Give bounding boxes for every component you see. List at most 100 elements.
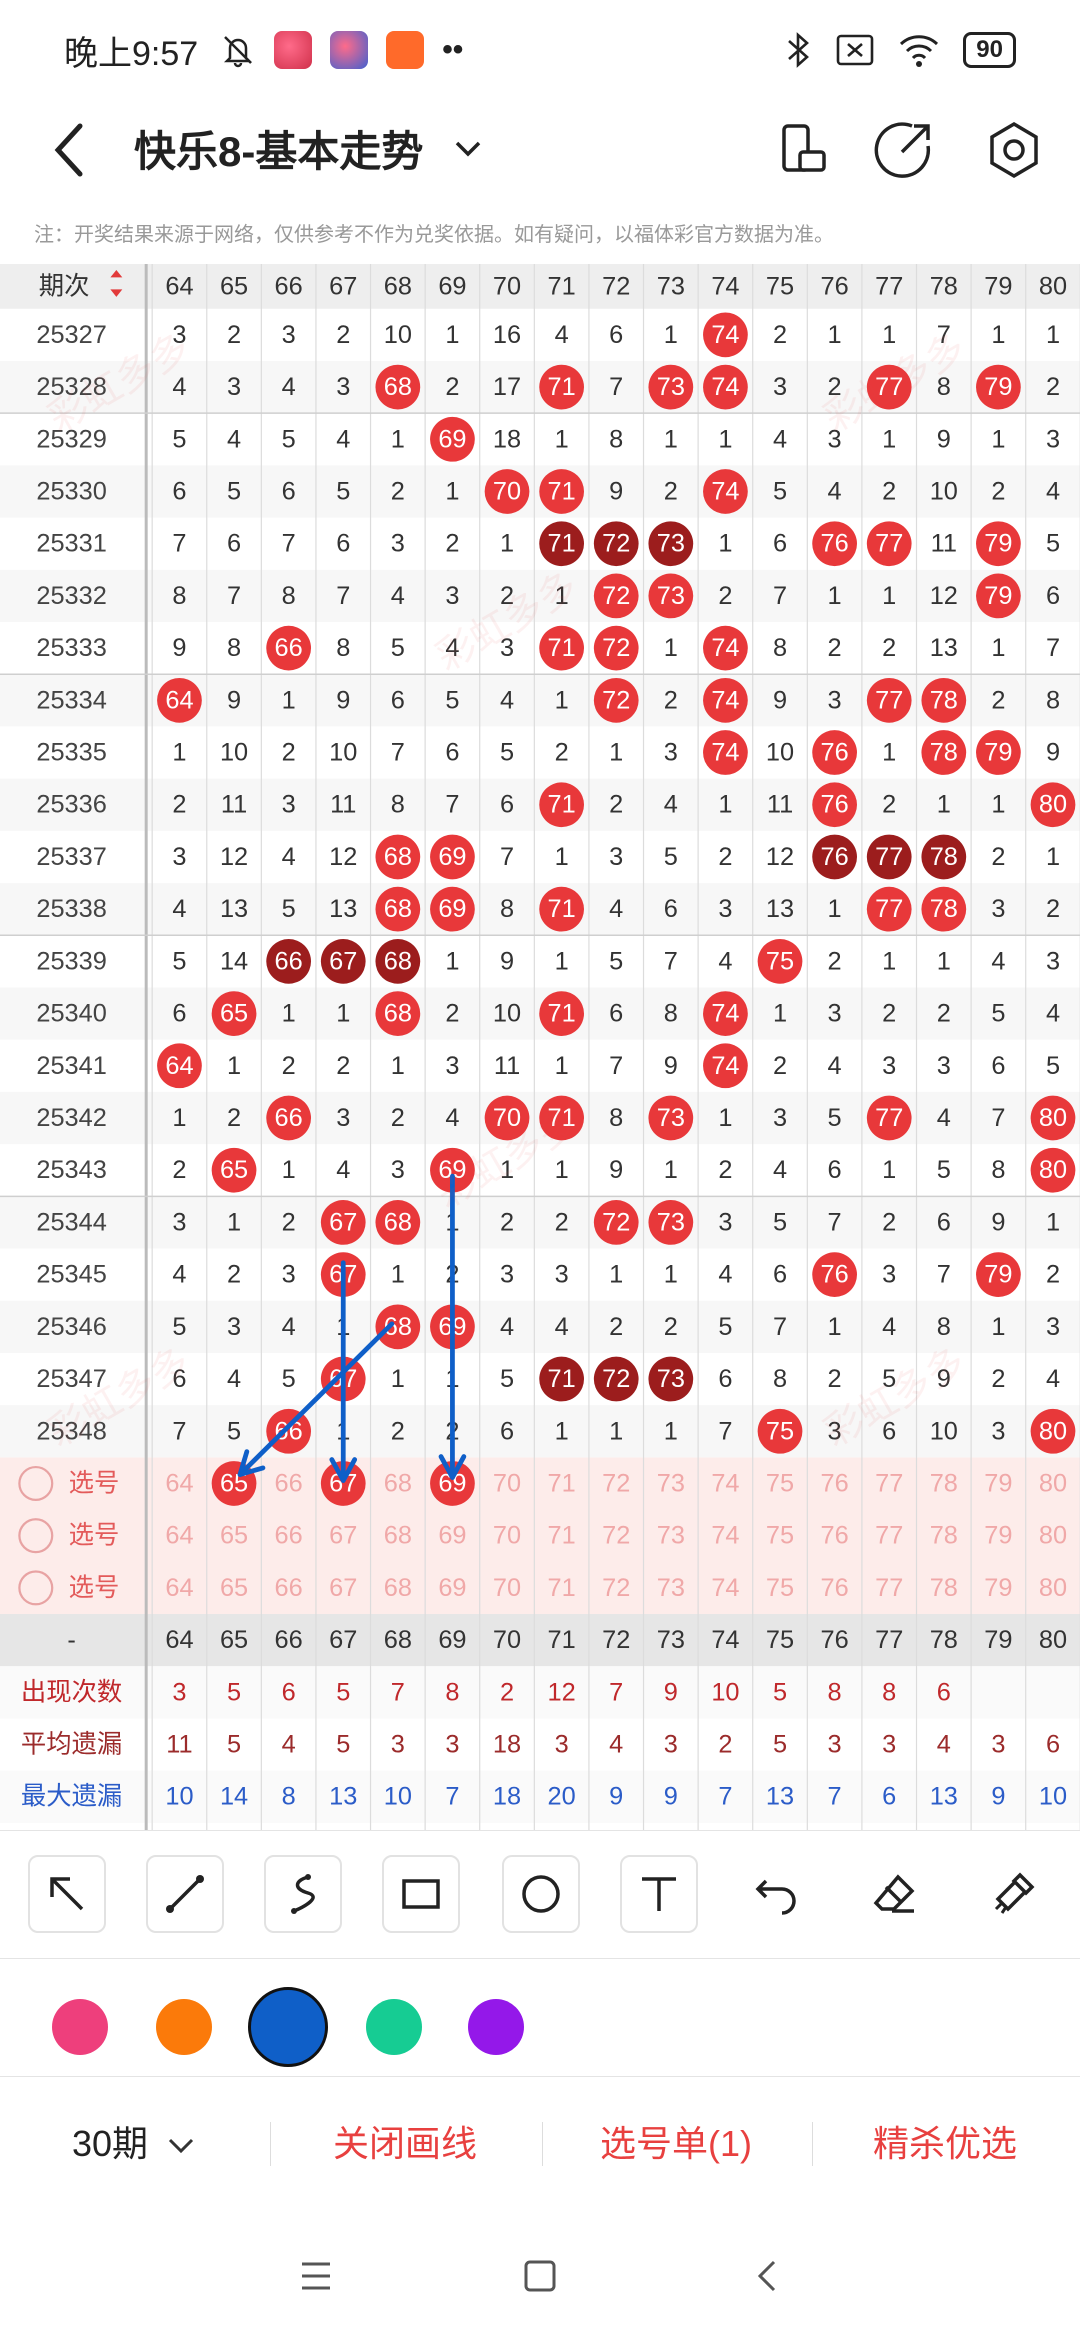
- clear-all-button[interactable]: [974, 1855, 1052, 1933]
- stat-value: 3: [555, 1731, 569, 1759]
- ball-number: 71: [548, 1000, 576, 1028]
- back-nav-icon[interactable]: [728, 2236, 808, 2316]
- close-drawing-button[interactable]: 关闭画线: [300, 2077, 510, 2211]
- menu-icon[interactable]: [276, 2236, 356, 2316]
- stat-value: 2: [500, 1678, 514, 1706]
- curve-tool-button[interactable]: [264, 1855, 342, 1933]
- miss-count: 6: [282, 477, 296, 505]
- miss-count: 2: [500, 1208, 514, 1236]
- pick-option: 76: [821, 1469, 849, 1497]
- miss-count: 6: [500, 1417, 514, 1445]
- miss-count: 6: [172, 1000, 186, 1028]
- undo-button[interactable]: [738, 1855, 816, 1933]
- miss-count: 1: [828, 582, 842, 610]
- miss-count: 3: [336, 1104, 350, 1132]
- trend-chart-area: 期次 64 65 66 67 68 69 70 71 72 73 74 75 76 77 78 79 80 2532…: [0, 264, 1080, 1830]
- line-tool-button[interactable]: [146, 1855, 224, 1933]
- miss-count: 1: [336, 1000, 350, 1028]
- miss-count: 1: [882, 321, 896, 349]
- miss-count: 10: [220, 739, 248, 767]
- color-purple-swatch[interactable]: [468, 1999, 524, 2055]
- miss-count: 4: [336, 425, 350, 453]
- pick-option: 79: [984, 1522, 1012, 1550]
- stat-value: 7: [609, 1678, 623, 1706]
- miss-count: 2: [282, 1052, 296, 1080]
- miss-count: 2: [336, 321, 350, 349]
- eraser-button[interactable]: [856, 1855, 934, 1933]
- miss-count: 4: [664, 791, 678, 819]
- period-25336: 25336: [36, 791, 106, 819]
- miss-count: 2: [991, 686, 1005, 714]
- arrow-tool-button[interactable]: [28, 1855, 106, 1933]
- app-header: 快乐8-基本走势: [0, 100, 1080, 200]
- pick-option: 72: [602, 1469, 630, 1497]
- color-blue-swatch[interactable]: [248, 1987, 328, 2067]
- kill-select-button[interactable]: 精杀优选: [840, 2077, 1050, 2211]
- lottery-title-selector[interactable]: 快乐8-基本走势: [134, 118, 483, 179]
- stat-value: 5: [227, 1731, 241, 1759]
- miss-count: 4: [828, 477, 842, 505]
- miss-count: 1: [391, 1052, 405, 1080]
- column-header-64: 64: [165, 272, 193, 300]
- miss-count: 1: [555, 947, 569, 975]
- miss-count: 5: [937, 1156, 951, 1184]
- ball-number: 77: [875, 895, 903, 923]
- stat-value: 3: [991, 1731, 1005, 1759]
- miss-count: 3: [882, 1052, 896, 1080]
- miss-count: 1: [991, 634, 1005, 662]
- color-pink-swatch[interactable]: [52, 1999, 108, 2055]
- text-tool-button[interactable]: [620, 1855, 698, 1933]
- period-25345: 25345: [36, 1261, 106, 1289]
- miss-count: 9: [773, 686, 787, 714]
- status-bar: 晚上9:57 •• 90: [0, 0, 1080, 100]
- miss-count: 2: [172, 1156, 186, 1184]
- stat-value: 5: [773, 1731, 787, 1759]
- miss-count: 1: [718, 791, 732, 819]
- miss-count: 8: [991, 1156, 1005, 1184]
- miss-count: 4: [882, 1313, 896, 1341]
- settings-gear-icon[interactable]: [976, 112, 1052, 188]
- back-arrow-icon[interactable]: [40, 112, 100, 188]
- pick-option: 71: [548, 1522, 576, 1550]
- miss-count: 10: [766, 739, 794, 767]
- stats-column-header: 64: [165, 1626, 193, 1654]
- miss-count: 1: [664, 1156, 678, 1184]
- miss-count: 3: [445, 1052, 459, 1080]
- miss-count: 7: [609, 1052, 623, 1080]
- stats-column-header: 67: [329, 1626, 357, 1654]
- miss-count: 1: [172, 1104, 186, 1132]
- period-25340: 25340: [36, 1000, 106, 1028]
- ball-number: 65: [220, 1156, 248, 1184]
- pick-option: 75: [766, 1574, 794, 1602]
- column-header-75: 75: [766, 272, 794, 300]
- miss-count: 12: [329, 843, 357, 871]
- color-orange-swatch[interactable]: [156, 1999, 212, 2055]
- stat-value: 10: [384, 1783, 412, 1811]
- rotate-screen-icon[interactable]: [766, 112, 842, 188]
- share-icon[interactable]: [866, 112, 942, 188]
- stats-column-header: 71: [548, 1626, 576, 1654]
- miss-count: 10: [493, 1000, 521, 1028]
- period-25346: 25346: [36, 1313, 106, 1341]
- miss-count: 5: [336, 477, 350, 505]
- miss-count: 4: [282, 373, 296, 401]
- ball-number: 72: [602, 530, 630, 558]
- miss-count: 1: [773, 1000, 787, 1028]
- pick-option: 67: [329, 1574, 357, 1602]
- miss-count: 4: [937, 1104, 951, 1132]
- rectangle-tool-button[interactable]: [382, 1855, 460, 1933]
- ball-number: 79: [984, 530, 1012, 558]
- ball-number: 77: [875, 1104, 903, 1132]
- disclaimer-note: 注：开奖结果来源于网络，仅供参考不作为兑奖依据。如有疑问，以福体彩官方数据为准。: [34, 224, 834, 246]
- miss-count: 6: [773, 530, 787, 558]
- pick-row-label: 选号: [69, 1574, 120, 1602]
- miss-count: 1: [282, 686, 296, 714]
- home-square-icon[interactable]: [500, 2236, 580, 2316]
- pick-option: 79: [984, 1469, 1012, 1497]
- circle-tool-button[interactable]: [502, 1855, 580, 1933]
- color-green-swatch[interactable]: [366, 1999, 422, 2055]
- period-select[interactable]: 30期: [40, 2077, 220, 2211]
- stat-value: 7: [718, 1783, 732, 1811]
- stat-value: 3: [828, 1731, 842, 1759]
- pick-list-button[interactable]: 选号单(1): [566, 2077, 786, 2211]
